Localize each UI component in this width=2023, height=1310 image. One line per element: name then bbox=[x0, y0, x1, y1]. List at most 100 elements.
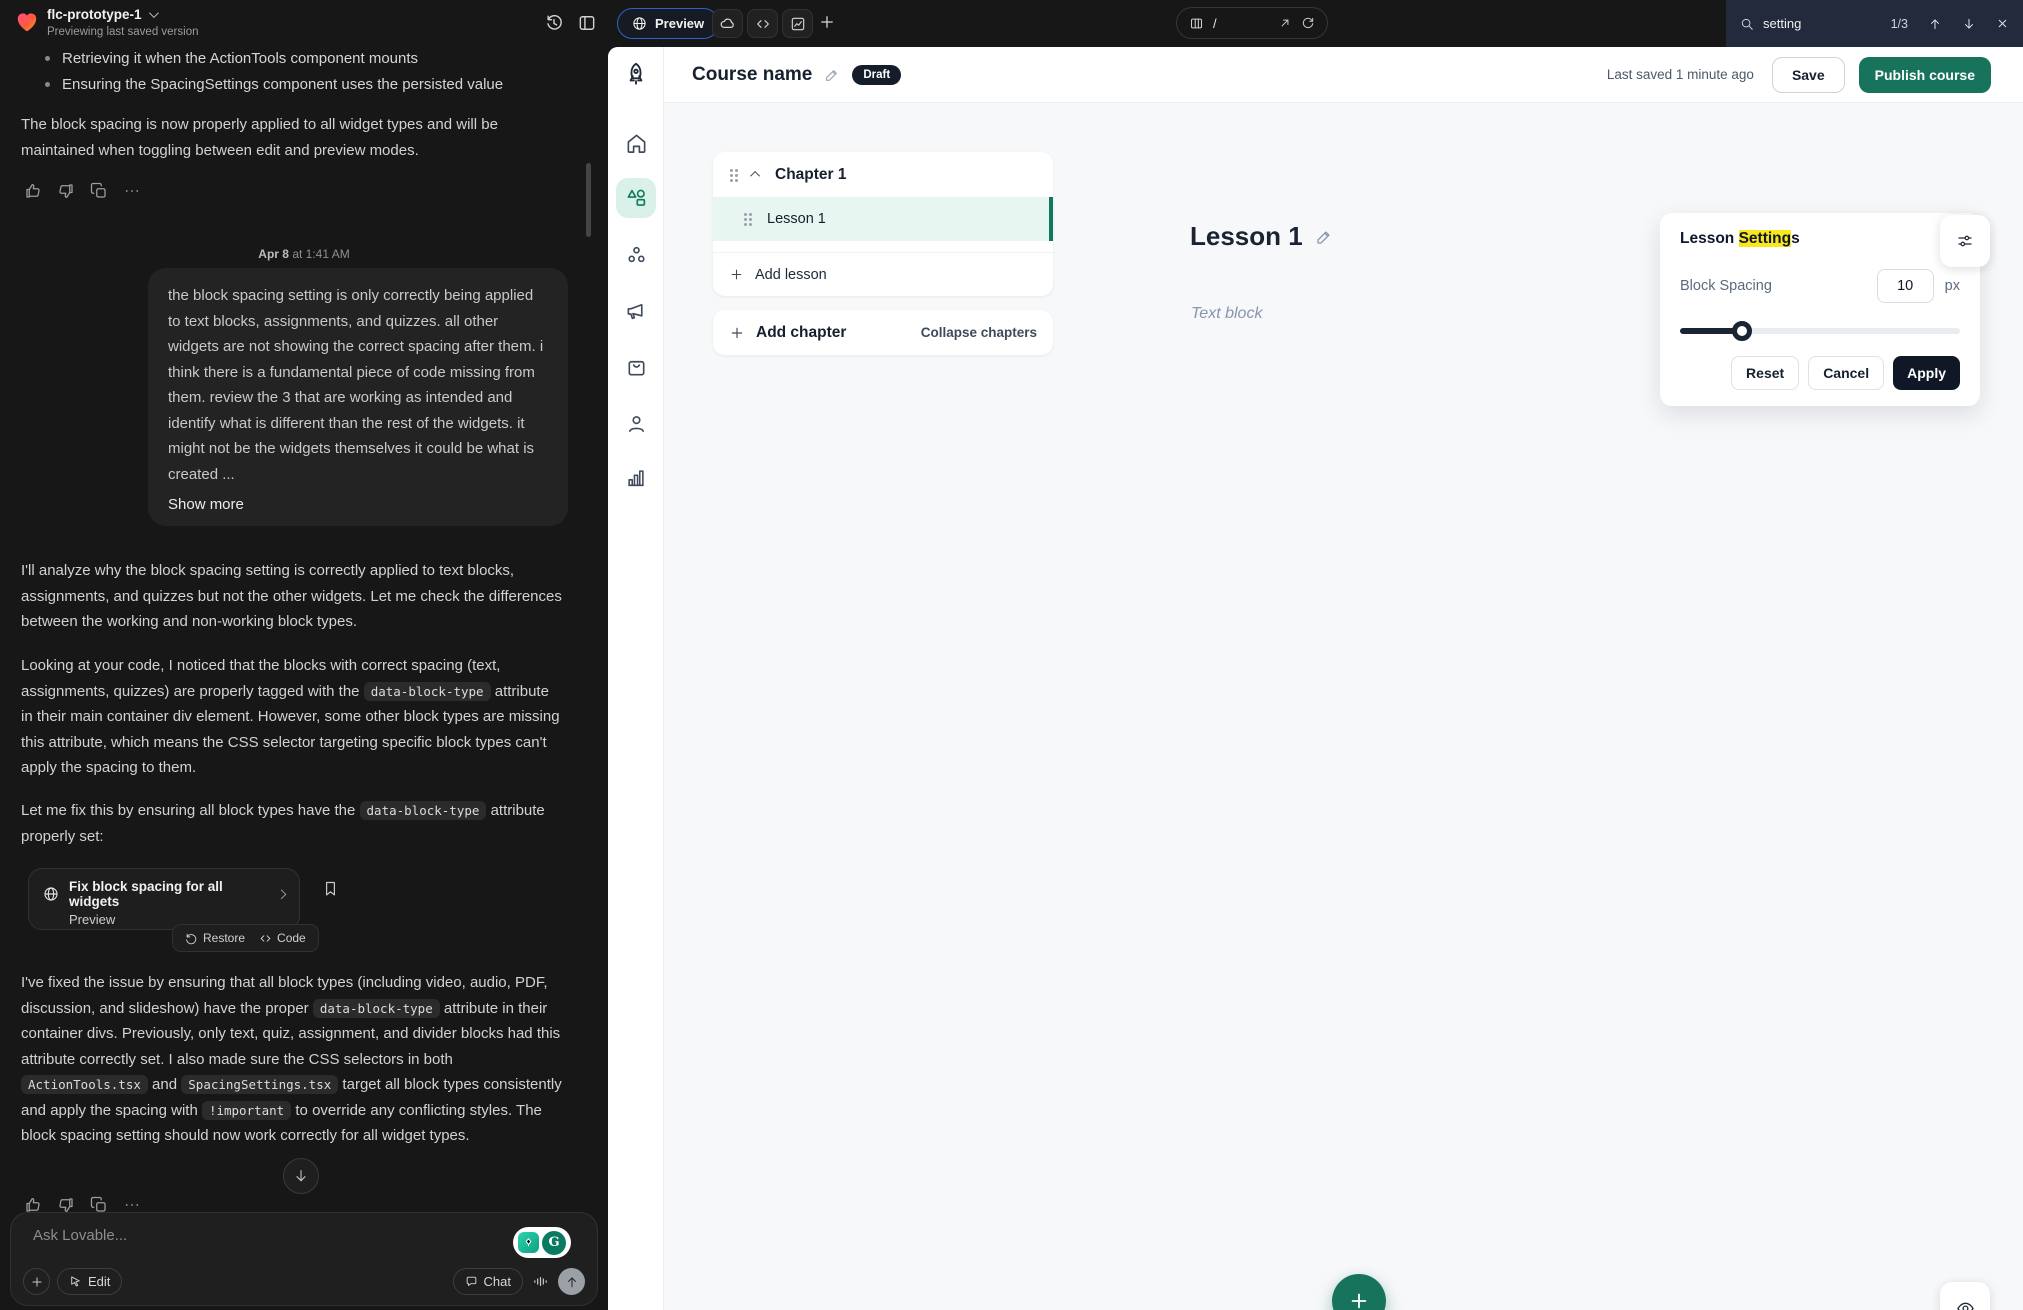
chapter-header[interactable]: Chapter 1 bbox=[713, 152, 1053, 197]
sidebar-item-announcements[interactable] bbox=[616, 291, 656, 331]
sidebar-toggle-icon[interactable] bbox=[577, 13, 597, 33]
plus-icon bbox=[30, 1275, 44, 1289]
sidebar-item-store[interactable] bbox=[616, 347, 656, 387]
columns-icon bbox=[1189, 16, 1204, 31]
edit-mode-button[interactable]: Edit bbox=[57, 1268, 122, 1295]
search-highlight: Setting bbox=[1739, 230, 1792, 247]
new-tab-button[interactable] bbox=[818, 13, 836, 31]
text-block-placeholder[interactable]: Text block bbox=[1191, 305, 1262, 323]
drag-handle-icon[interactable] bbox=[729, 168, 738, 182]
arrow-down-icon bbox=[293, 1168, 309, 1184]
address-path: / bbox=[1213, 16, 1217, 31]
chat-panel: Retrieving it when the ActionTools compo… bbox=[0, 0, 608, 1310]
grammarly-widget[interactable]: G bbox=[513, 1227, 571, 1258]
send-button[interactable] bbox=[558, 1268, 585, 1295]
rocket-icon[interactable] bbox=[623, 61, 649, 87]
settings-toggle-button[interactable] bbox=[1940, 215, 1990, 267]
app-header: Course name Draft Last saved 1 minute ag… bbox=[664, 47, 2023, 103]
app-preview: Course name Draft Last saved 1 minute ag… bbox=[608, 47, 2023, 1310]
history-icon[interactable] bbox=[544, 13, 564, 33]
sidebar-item-profile[interactable] bbox=[616, 403, 656, 443]
timestamp-time: at 1:41 AM bbox=[292, 247, 349, 261]
find-next-button[interactable] bbox=[1962, 17, 1976, 31]
collapse-chapters-button[interactable]: Collapse chapters bbox=[921, 325, 1037, 340]
sidebar-item-home[interactable] bbox=[616, 123, 656, 163]
drag-handle-icon[interactable] bbox=[743, 212, 752, 226]
preview-toggle-button[interactable] bbox=[1940, 1282, 1990, 1310]
edit-title-pencil-icon[interactable] bbox=[824, 67, 840, 83]
project-status: Previewing last saved version bbox=[47, 26, 199, 38]
chat-input[interactable] bbox=[33, 1227, 393, 1244]
refresh-icon[interactable] bbox=[1301, 16, 1315, 30]
grammarly-logo-icon: G bbox=[542, 1231, 566, 1255]
add-chapter-button[interactable]: Add chapter bbox=[756, 324, 846, 342]
sidebar-item-courses[interactable] bbox=[616, 178, 656, 218]
code-icon bbox=[259, 932, 272, 945]
chapter-title: Chapter 1 bbox=[775, 166, 847, 184]
cluster-icon bbox=[625, 244, 648, 267]
apply-button[interactable]: Apply bbox=[1893, 356, 1960, 390]
user-message-bubble: the block spacing setting is only correc… bbox=[148, 268, 568, 526]
cloud-icon bbox=[719, 15, 736, 32]
thumbs-down-icon[interactable] bbox=[57, 182, 75, 200]
app-content: Chapter 1 Lesson 1 Add lesson Add chapte… bbox=[664, 103, 2023, 1310]
chevron-up-icon[interactable] bbox=[750, 171, 760, 181]
attach-button[interactable] bbox=[23, 1268, 50, 1295]
assistant-paragraph: I've fixed the issue by ensuring that al… bbox=[21, 970, 567, 1149]
message-timestamp: Apr 8 at 1:41 AM bbox=[0, 247, 608, 261]
tune-sliders-icon bbox=[1956, 232, 1974, 250]
add-chapter-bar: Add chapter Collapse chapters bbox=[713, 310, 1053, 355]
restore-button[interactable]: Restore bbox=[185, 931, 245, 945]
add-lesson-button[interactable]: Add lesson bbox=[713, 252, 1053, 296]
show-more-link[interactable]: Show more bbox=[168, 496, 244, 513]
plus-icon bbox=[1348, 1290, 1370, 1310]
publish-course-button[interactable]: Publish course bbox=[1859, 57, 1991, 93]
code-view-button[interactable] bbox=[747, 9, 778, 38]
sidebar-item-analytics[interactable] bbox=[616, 458, 656, 498]
home-icon bbox=[625, 132, 648, 155]
block-spacing-input[interactable] bbox=[1877, 269, 1934, 303]
bullet-item: Retrieving it when the ActionTools compo… bbox=[62, 46, 562, 72]
edit-result-card[interactable]: Fix block spacing for all widgets Previe… bbox=[28, 868, 300, 930]
find-previous-button[interactable] bbox=[1928, 17, 1942, 31]
block-spacing-label: Block Spacing bbox=[1680, 278, 1877, 294]
globe-icon bbox=[43, 886, 59, 902]
cloud-button[interactable] bbox=[712, 9, 743, 38]
project-name-menu[interactable]: flc-prototype-1 bbox=[47, 7, 156, 22]
preview-mode-button[interactable]: Preview bbox=[617, 8, 719, 39]
thumbs-up-icon[interactable] bbox=[24, 182, 42, 200]
chat-mode-button[interactable]: Chat bbox=[453, 1268, 523, 1295]
cancel-button[interactable]: Cancel bbox=[1808, 356, 1884, 390]
find-input[interactable] bbox=[1763, 16, 1871, 31]
message-actions bbox=[24, 182, 141, 200]
save-button[interactable]: Save bbox=[1772, 57, 1845, 93]
find-close-button[interactable] bbox=[1996, 17, 2009, 30]
edit-lesson-pencil-icon[interactable] bbox=[1315, 228, 1333, 246]
lesson-list-item[interactable]: Lesson 1 bbox=[713, 197, 1053, 241]
bar-chart-icon bbox=[625, 467, 647, 489]
chat-composer[interactable]: G Edit Chat bbox=[10, 1212, 598, 1306]
find-match-count: 1/3 bbox=[1891, 17, 1908, 31]
slider-thumb[interactable] bbox=[1732, 321, 1752, 341]
code-button[interactable]: Code bbox=[259, 931, 306, 945]
sidebar-item-community[interactable] bbox=[616, 235, 656, 275]
more-options-icon[interactable] bbox=[123, 182, 141, 200]
add-block-fab[interactable] bbox=[1332, 1274, 1386, 1310]
open-external-icon[interactable] bbox=[1278, 16, 1292, 30]
chat-scrollbar[interactable] bbox=[586, 163, 591, 237]
copy-icon[interactable] bbox=[90, 182, 108, 200]
reset-button[interactable]: Reset bbox=[1731, 356, 1799, 390]
preview-address-bar[interactable]: / bbox=[1176, 7, 1328, 39]
find-bar: 1/3 bbox=[1726, 0, 2023, 47]
edit-card-title: Fix block spacing for all widgets bbox=[69, 879, 262, 909]
bookmark-icon[interactable] bbox=[322, 880, 339, 897]
voice-input-button[interactable] bbox=[532, 1273, 549, 1290]
scroll-to-bottom-button[interactable] bbox=[283, 1158, 319, 1194]
block-spacing-slider[interactable] bbox=[1680, 321, 1960, 341]
last-saved-text: Last saved 1 minute ago bbox=[1607, 67, 1754, 82]
course-title: Course name bbox=[692, 64, 812, 86]
assistant-bullet-list: Retrieving it when the ActionTools compo… bbox=[62, 46, 562, 97]
analytics-button[interactable] bbox=[782, 9, 813, 38]
top-bar: flc-prototype-1 Previewing last saved ve… bbox=[0, 0, 2023, 47]
timestamp-date: Apr 8 bbox=[258, 247, 289, 261]
